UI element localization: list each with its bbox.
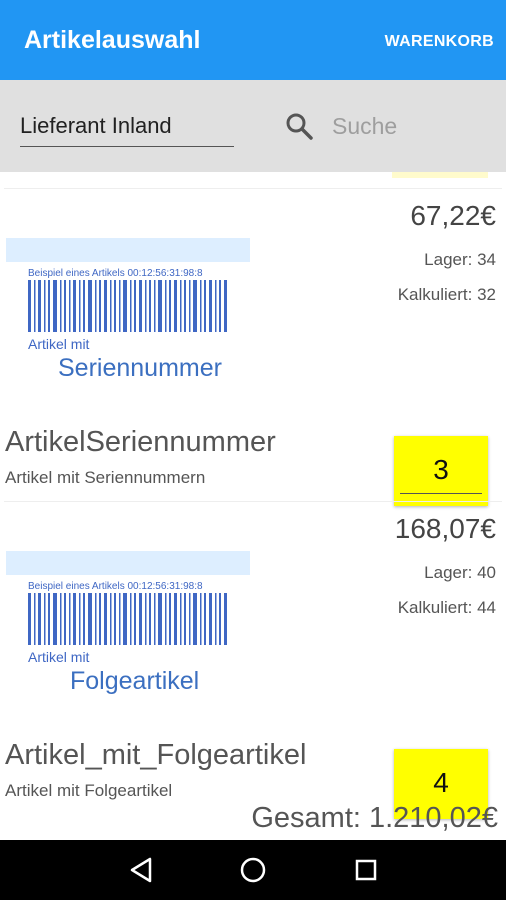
image-caption-small: Artikel mit [28, 336, 90, 352]
back-icon[interactable] [126, 854, 158, 886]
list-item[interactable]: 168,07€ Lager: 40 Kalkuliert: 44 Beispie… [0, 503, 506, 819]
divider [4, 188, 502, 189]
image-band [6, 238, 250, 262]
item-image: Beispiel eines Artikels 00:12:56:31:98:8 [6, 531, 250, 695]
previous-quantity-field [392, 172, 488, 178]
supplier-select[interactable]: Lieferant Inland [20, 112, 234, 147]
divider [4, 501, 502, 502]
item-price: 168,07€ [394, 513, 496, 544]
barcode-graphic [28, 593, 227, 645]
list-item[interactable]: 67,22€ Lager: 34 Kalkuliert: 32 Beispiel… [0, 190, 506, 506]
item-name: ArtikelSeriennummer [5, 426, 276, 458]
item-stock: Lager: 40 [424, 563, 496, 582]
item-image: Beispiel eines Artikels 00:12:56:31:98:8 [6, 218, 250, 382]
image-caption-small: Artikel mit [28, 649, 90, 665]
home-icon[interactable] [237, 854, 269, 886]
search-icon[interactable] [284, 111, 314, 141]
item-price: 67,22€ [410, 200, 496, 231]
item-calculated: Kalkuliert: 44 [397, 598, 496, 617]
item-name: Artikel_mit_Folgeartikel [5, 739, 307, 771]
system-navigation-bar [0, 840, 506, 900]
barcode-caption: Beispiel eines Artikels 00:12:56:31:98:8 [28, 268, 203, 279]
recents-icon[interactable] [350, 854, 382, 886]
item-stock: Lager: 34 [424, 250, 496, 269]
total-sum: Gesamt: 1.210,02€ [251, 802, 498, 834]
app-bar: Artikelauswahl WARENKORB [0, 0, 506, 80]
page-title: Artikelauswahl [24, 26, 201, 54]
cart-button[interactable]: WARENKORB [385, 33, 494, 51]
quantity-value: 3 [433, 454, 449, 485]
article-list[interactable]: 67,22€ Lager: 34 Kalkuliert: 32 Beispiel… [0, 172, 506, 840]
quantity-underline [400, 493, 482, 494]
search-input[interactable] [332, 111, 492, 141]
image-caption-large: Folgeartikel [70, 667, 200, 695]
quantity-field[interactable]: 3 [394, 436, 488, 506]
item-calculated: Kalkuliert: 32 [397, 285, 496, 304]
image-caption-large: Seriennummer [58, 354, 222, 382]
quantity-value: 4 [433, 767, 449, 798]
image-band [6, 551, 250, 575]
barcode-graphic [28, 280, 227, 332]
item-description: Artikel mit Folgeartikel [5, 781, 173, 800]
item-description: Artikel mit Seriennummern [5, 468, 206, 487]
barcode-caption: Beispiel eines Artikels 00:12:56:31:98:8 [28, 581, 203, 592]
